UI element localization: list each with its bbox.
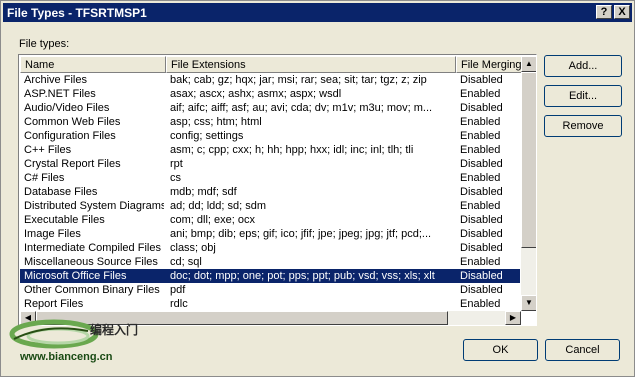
file-merging-status: Enabled (460, 172, 501, 184)
list-item[interactable]: Executable Files com; dll; exe; ocx Disabl… (20, 213, 520, 227)
edit-button[interactable]: Edit... (544, 85, 622, 107)
file-extensions: mdb; mdf; sdf (170, 186, 237, 198)
file-types-list[interactable]: Name File Extensions File Merging Archiv… (18, 54, 537, 326)
file-extensions: com; dll; exe; ocx (170, 214, 255, 226)
watermark-url: www.bianceng.cn (20, 351, 113, 363)
list-item[interactable]: C# Files cs Enabled (20, 171, 520, 185)
file-extensions: rpt (170, 158, 183, 170)
file-type-name: Archive Files (24, 74, 87, 86)
file-extensions: asm; c; cpp; cxx; h; hh; hpp; hxx; idl; … (170, 144, 414, 156)
list-item[interactable]: Database Files mdb; mdf; sdf Disabled (20, 185, 520, 199)
file-type-name: Executable Files (24, 214, 105, 226)
file-extensions: aif; aifc; aiff; asf; au; avi; cda; dv; … (170, 102, 433, 114)
file-types-dialog: File Types - TFSRTMSP1 ? X File types: N… (0, 0, 635, 377)
list-item[interactable]: Crystal Report Files rpt Disabled (20, 157, 520, 171)
file-merging-status: Enabled (460, 130, 501, 142)
list-rows: Archive Files bak; cab; gz; hqx; jar; msi… (20, 73, 520, 311)
list-item[interactable]: Intermediate Compiled Files class; obj Dis… (20, 241, 520, 255)
file-type-name: Distributed System Diagrams (24, 200, 164, 212)
file-extensions: ad; dd; ldd; sd; sdm (170, 200, 266, 212)
list-item[interactable]: ASP.NET Files asax; ascx; ashx; asmx; asp… (20, 87, 520, 101)
scroll-down-arrow-icon[interactable]: ▼ (521, 295, 536, 311)
file-merging-status: Enabled (460, 88, 501, 100)
list-item[interactable]: Configuration Files config; settings Enabl… (20, 129, 520, 143)
file-merging-status: Disabled (460, 270, 503, 282)
scroll-right-arrow-icon[interactable]: ▶ (505, 311, 521, 325)
file-type-name: Image Files (24, 228, 81, 240)
file-merging-status: Enabled (460, 200, 501, 212)
file-extensions: bak; cab; gz; hqx; jar; msi; rar; sea; s… (170, 74, 427, 86)
file-type-name: C++ Files (24, 144, 72, 156)
file-type-name: Report Files (24, 298, 84, 310)
file-merging-status: Enabled (460, 116, 501, 128)
file-merging-status: Disabled (460, 284, 503, 296)
file-type-name: Audio/Video Files (24, 102, 110, 114)
file-type-name: C# Files (24, 172, 65, 184)
file-type-name: Other Common Binary Files (24, 284, 160, 296)
column-header-file-extensions[interactable]: File Extensions (166, 56, 456, 73)
file-extensions: rdlc (170, 298, 188, 310)
cancel-button[interactable]: Cancel (545, 339, 620, 361)
file-merging-status: Enabled (460, 144, 501, 156)
watermark-logo: 编程入门 www.bianceng.cn (6, 317, 161, 373)
file-type-name: Intermediate Compiled Files (24, 242, 161, 254)
list-item[interactable]: Microsoft Office Files doc; dot; mpp; one… (20, 269, 520, 283)
close-button[interactable]: X (614, 5, 630, 19)
list-header: Name File Extensions File Merging (20, 56, 536, 73)
file-extensions: asp; css; htm; html (170, 116, 262, 128)
file-type-name: Database Files (24, 186, 98, 198)
list-item[interactable]: Miscellaneous Source Files cd; sql Enabled (20, 255, 520, 269)
file-type-name: Miscellaneous Source Files (24, 256, 158, 268)
file-type-name: Common Web Files (24, 116, 121, 128)
file-extensions: ani; bmp; dib; eps; gif; ico; jfif; jpe;… (170, 228, 432, 240)
vertical-scroll-thumb[interactable] (521, 72, 536, 248)
list-item[interactable]: C++ Files asm; c; cpp; cxx; h; hh; hpp; h… (20, 143, 520, 157)
file-merging-status: Disabled (460, 228, 503, 240)
window-title: File Types - TFSRTMSP1 (7, 6, 147, 20)
file-type-name: Crystal Report Files (24, 158, 121, 170)
file-merging-status: Disabled (460, 74, 503, 86)
file-merging-status: Enabled (460, 298, 501, 310)
column-header-name[interactable]: Name (20, 56, 166, 73)
file-extensions: cs (170, 172, 181, 184)
file-merging-status: Disabled (460, 242, 503, 254)
remove-button[interactable]: Remove (544, 115, 622, 137)
list-item[interactable]: Distributed System Diagrams ad; dd; ldd; … (20, 199, 520, 213)
list-item[interactable]: Report Files rdlc Enabled (20, 297, 520, 311)
file-type-name: Microsoft Office Files (24, 270, 127, 282)
list-item[interactable]: Archive Files bak; cab; gz; hqx; jar; msi… (20, 73, 520, 87)
file-type-name: ASP.NET Files (24, 88, 96, 100)
add-button[interactable]: Add... (544, 55, 622, 77)
scroll-up-arrow-icon[interactable]: ▲ (521, 56, 536, 72)
file-extensions: pdf (170, 284, 186, 296)
help-button[interactable]: ? (596, 5, 612, 19)
file-merging-status: Disabled (460, 186, 503, 198)
list-item[interactable]: Other Common Binary Files pdf Disabled (20, 283, 520, 297)
title-bar: File Types - TFSRTMSP1 ? X (3, 3, 632, 22)
ok-button[interactable]: OK (463, 339, 538, 361)
file-merging-status: Enabled (460, 256, 501, 268)
file-types-label: File types: (19, 38, 70, 50)
file-merging-status: Disabled (460, 214, 503, 226)
file-extensions: asax; ascx; ashx; asmx; aspx; wsdl (170, 88, 342, 100)
file-extensions: doc; dot; mpp; one; pot; pps; ppt; pub; … (170, 270, 435, 282)
vertical-scrollbar[interactable]: ▲ ▼ (521, 56, 536, 311)
file-extensions: class; obj (170, 242, 216, 254)
file-merging-status: Disabled (460, 102, 503, 114)
list-item[interactable]: Image Files ani; bmp; dib; eps; gif; ico;… (20, 227, 520, 241)
file-extensions: config; settings (170, 130, 244, 142)
list-item[interactable]: Audio/Video Files aif; aifc; aiff; asf; a… (20, 101, 520, 115)
list-item[interactable]: Common Web Files asp; css; htm; html Enabl… (20, 115, 520, 129)
watermark-title: 编程入门 (90, 323, 139, 337)
file-merging-status: Disabled (460, 158, 503, 170)
file-type-name: Configuration Files (24, 130, 116, 142)
file-extensions: cd; sql (170, 256, 202, 268)
